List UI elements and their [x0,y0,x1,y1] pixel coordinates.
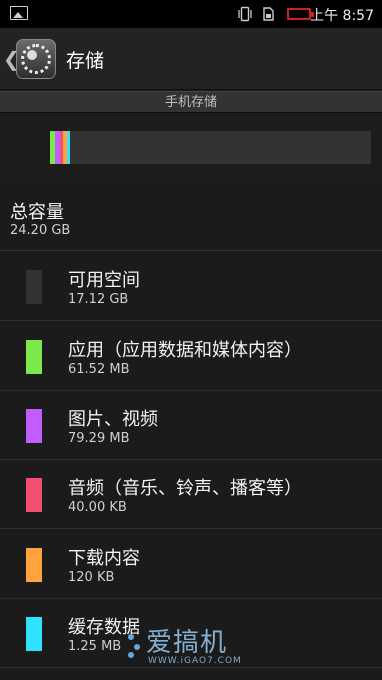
category-size: 40.00 KB [68,500,127,515]
status-clock: 上午 8:57 [310,8,374,24]
color-swatch [26,270,42,304]
category-label: 图片、视频 [68,409,158,430]
storage-usage-bar [50,131,371,164]
watermark-text: 爱搞机 [146,628,228,658]
battery-low-icon [287,8,314,20]
total-capacity: 总容量 24.20 GB [0,183,382,251]
settings-gear-icon[interactable] [16,39,56,79]
color-swatch [26,340,42,374]
category-size: 79.29 MB [68,431,130,446]
category-row-audio[interactable]: 音频（音乐、铃声、播客等） 40.00 KB [0,460,382,529]
storage-segment-4 [66,131,71,164]
color-swatch [26,548,42,582]
category-size: 17.12 GB [68,292,129,307]
color-swatch [26,617,42,651]
category-label: 可用空间 [68,270,140,291]
color-swatch [26,409,42,443]
category-row-apps[interactable]: 应用（应用数据和媒体内容） 61.52 MB [0,322,382,391]
category-row-downloads[interactable]: 下载内容 120 KB [0,530,382,599]
total-capacity-value: 24.20 GB [10,223,71,238]
category-size: 1.25 MB [68,639,122,654]
status-bar: 上午 8:57 [0,0,382,28]
category-row-pictures-videos[interactable]: 图片、视频 79.29 MB [0,391,382,460]
section-header: 手机存储 [0,91,382,113]
category-label: 应用（应用数据和媒体内容） [68,340,302,361]
category-size: 61.52 MB [68,362,130,377]
action-bar: ❮ 存储 [0,28,382,90]
page-title: 存储 [66,50,105,72]
total-capacity-label: 总容量 [10,202,64,223]
vibrate-icon [238,6,252,22]
sim-icon [263,7,274,21]
category-label: 下载内容 [68,548,140,569]
category-row-available[interactable]: 可用空间 17.12 GB [0,252,382,321]
picture-icon [10,6,28,20]
category-size: 120 KB [68,570,115,585]
category-label: 音频（音乐、铃声、播客等） [68,478,302,499]
watermark: 爱搞机 WWW.iGAO7.COM [128,622,268,672]
storage-usage-area [0,113,382,183]
watermark-url: WWW.iGAO7.COM [148,656,242,666]
color-swatch [26,478,42,512]
